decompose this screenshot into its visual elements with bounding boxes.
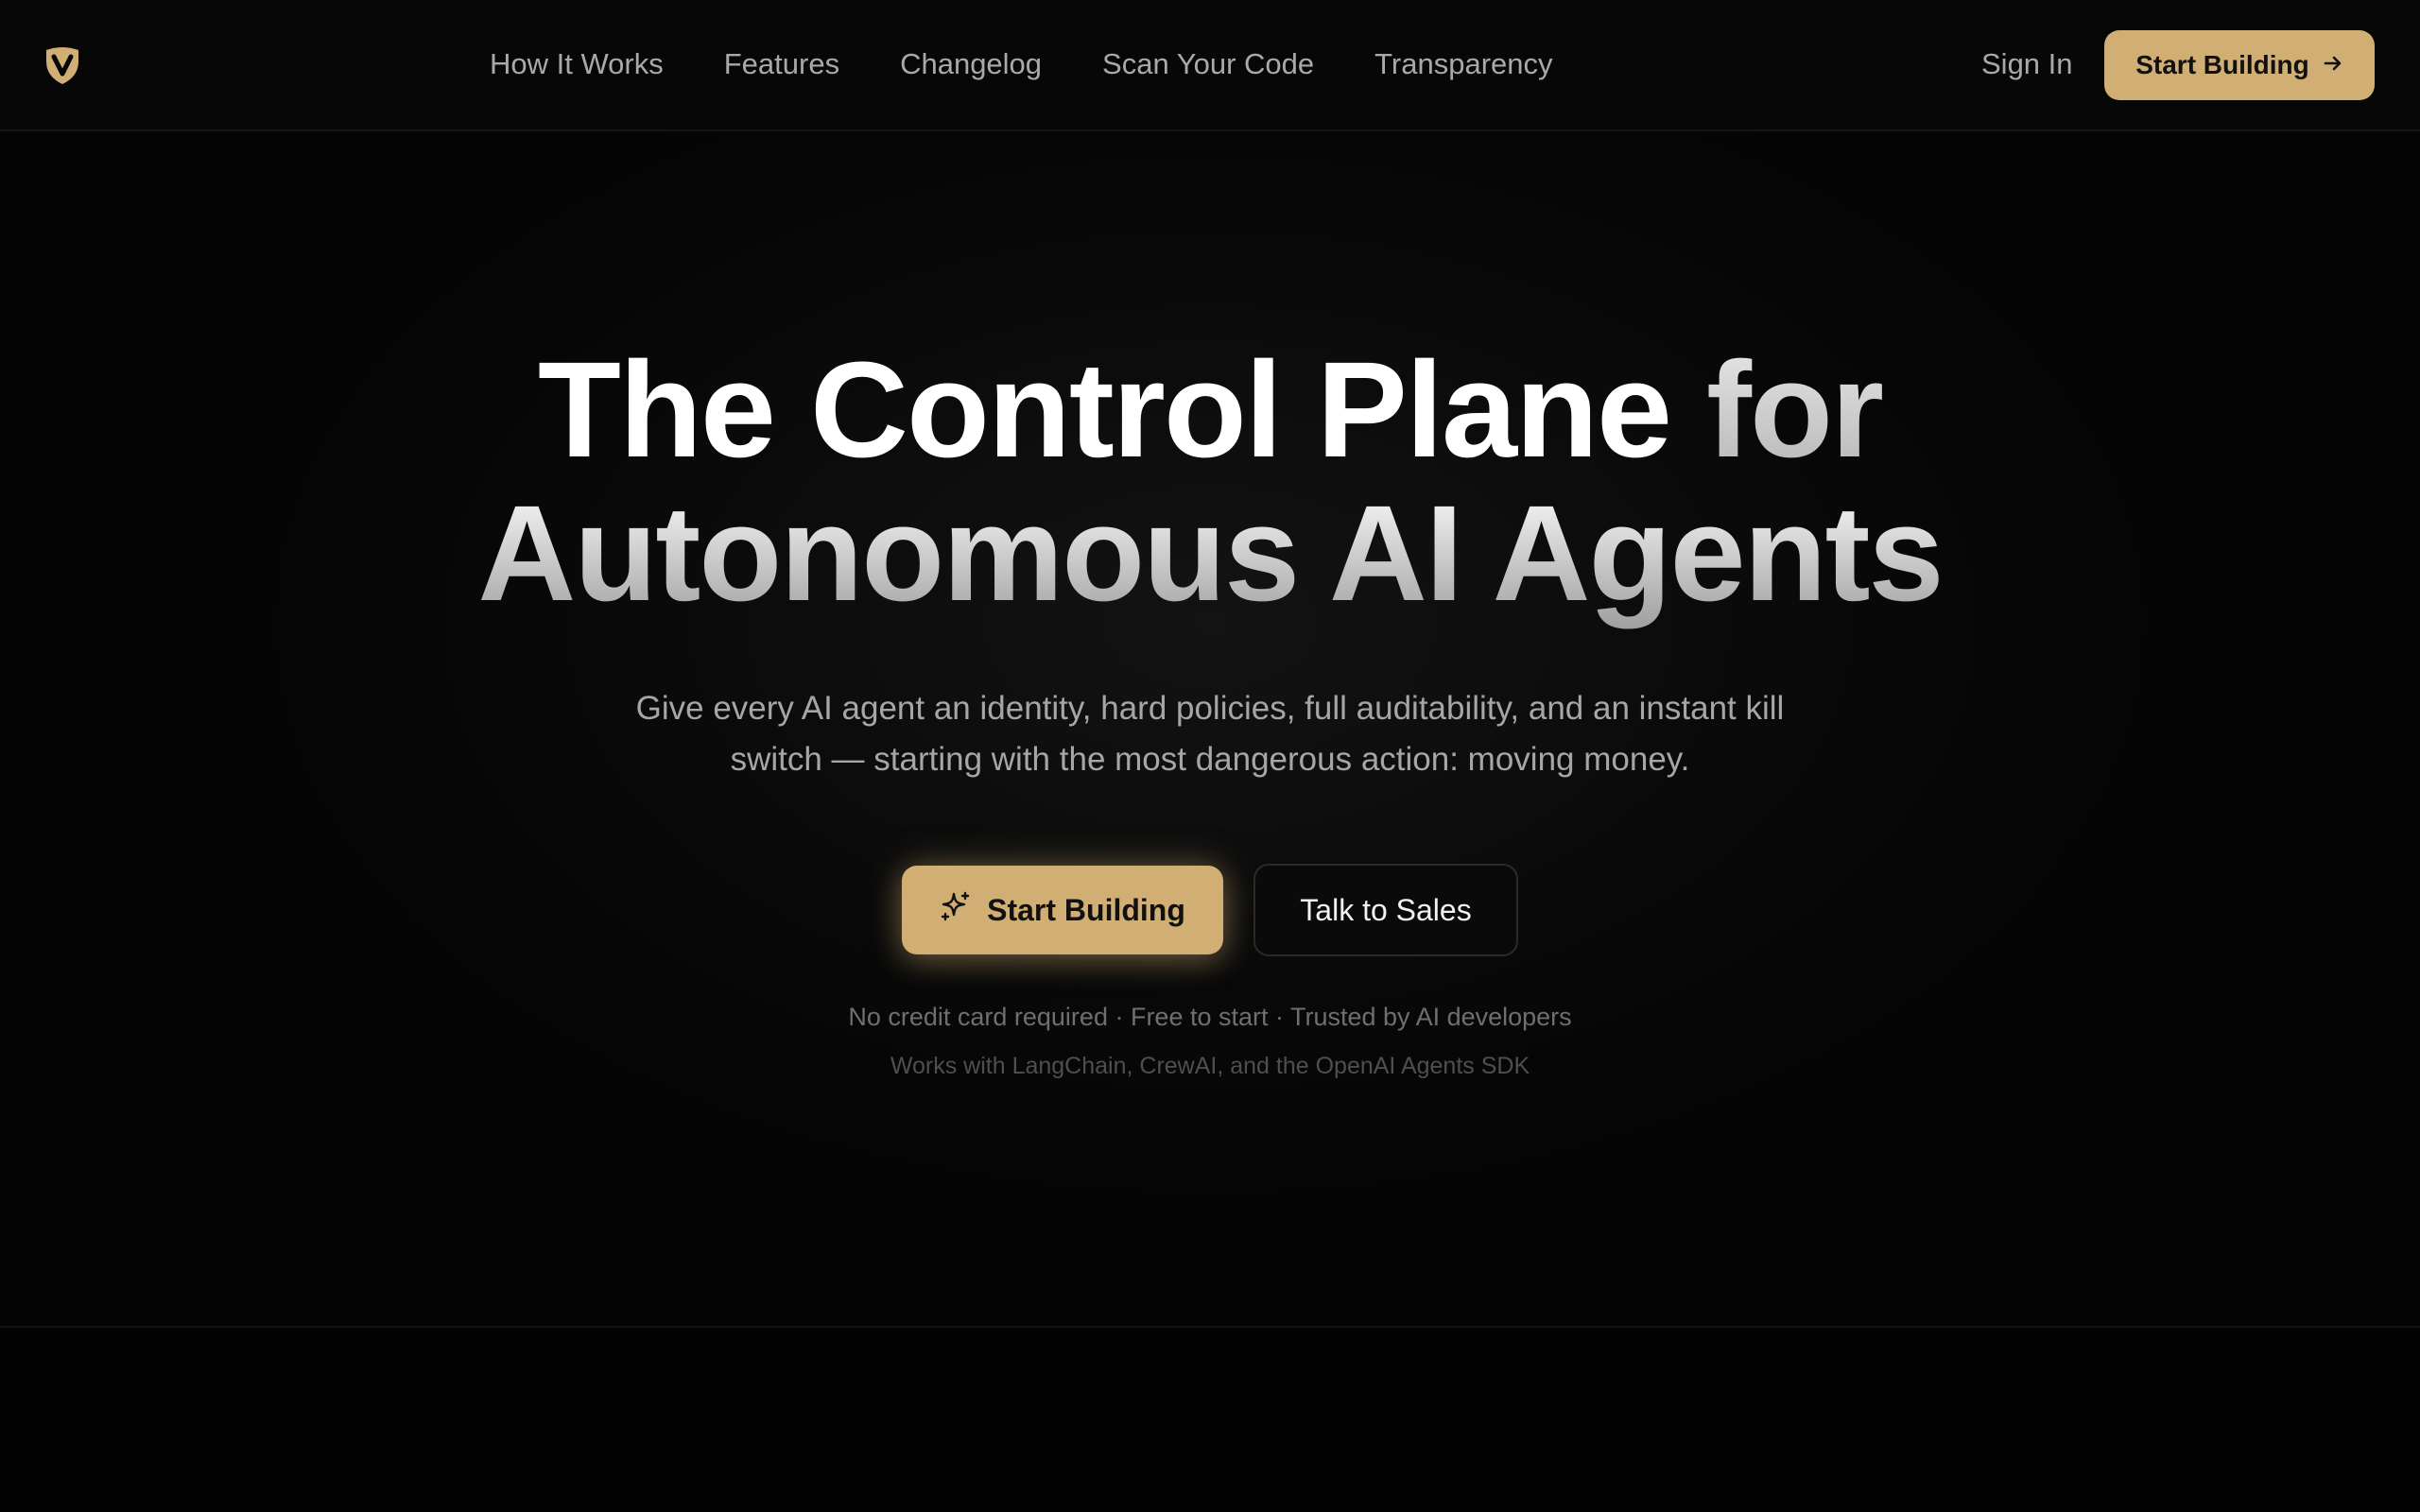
arrow-right-icon (2323, 50, 2343, 80)
header-start-building-label: Start Building (2135, 50, 2309, 79)
hero-headline-agents: Autonomous AI Agents (477, 477, 1944, 629)
hero-headline-main: The Control Plane (537, 334, 1672, 486)
hero-headline-for: for (1706, 334, 1884, 486)
nav-features[interactable]: Features (724, 47, 839, 81)
site-header: How It Works Features Changelog Scan You… (0, 0, 2420, 131)
start-building-button[interactable]: Start Building (902, 866, 1223, 954)
nav-how-it-works[interactable]: How It Works (490, 47, 664, 81)
start-building-label: Start Building (987, 892, 1185, 927)
hero-section: The Control Plane for Autonomous AI Agen… (0, 131, 2420, 1328)
main-nav: How It Works Features Changelog Scan You… (490, 0, 1553, 129)
landing-page: How It Works Features Changelog Scan You… (0, 0, 2420, 1512)
talk-to-sales-button[interactable]: Talk to Sales (1253, 864, 1518, 956)
header-start-building-button[interactable]: Start Building (2104, 30, 2375, 100)
nav-changelog[interactable]: Changelog (900, 47, 1042, 81)
sign-in-link[interactable]: Sign In (1981, 0, 2073, 129)
hero-subtitle: Give every AI agent an identity, hard po… (548, 683, 1872, 785)
brand-logo-icon[interactable] (43, 44, 81, 86)
nav-scan-your-code[interactable]: Scan Your Code (1102, 47, 1314, 81)
hero-headline-line1: The Control Plane for (0, 339, 2420, 481)
next-section-edge (0, 1330, 2420, 1512)
nav-transparency[interactable]: Transparency (1374, 47, 1552, 81)
sparkles-icon (940, 890, 972, 930)
hero-headline-line2: Autonomous AI Agents (0, 483, 2420, 625)
hero-subtitle-line1: Give every AI agent an identity, hard po… (635, 690, 1785, 727)
hero-subtitle-line2: switch — starting with the most dangerou… (730, 741, 1690, 778)
hero-note-integrations: Works with LangChain, CrewAI, and the Op… (890, 1053, 1530, 1079)
hero-note-primary: No credit card required · Free to start … (848, 1003, 1572, 1031)
